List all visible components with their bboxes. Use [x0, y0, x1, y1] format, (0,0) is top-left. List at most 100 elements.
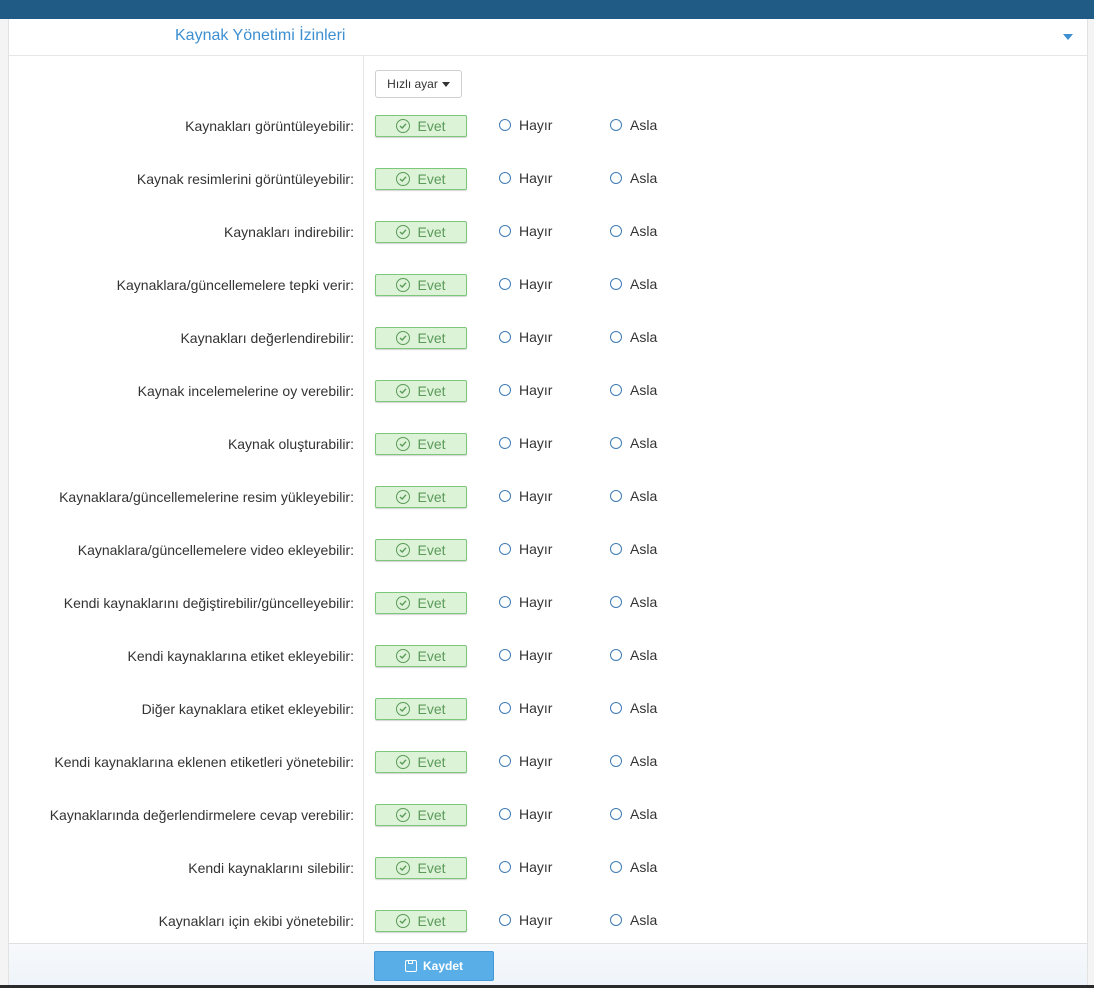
option-hayir-radio[interactable]: Hayır	[499, 647, 552, 663]
section-title[interactable]: Kaynak Yönetimi İzinleri	[175, 27, 345, 45]
option-evet-selected[interactable]: Evet	[375, 327, 467, 349]
panel-header[interactable]: Kaynak Yönetimi İzinleri	[9, 19, 1087, 56]
radio-circle-icon[interactable]	[610, 119, 622, 131]
radio-circle-icon[interactable]	[499, 914, 511, 926]
radio-circle-icon[interactable]	[499, 596, 511, 608]
option-hayir-radio[interactable]: Hayır	[499, 594, 552, 610]
option-asla-radio[interactable]: Asla	[610, 912, 657, 928]
option-asla-radio[interactable]: Asla	[610, 647, 657, 663]
radio-circle-icon[interactable]	[610, 914, 622, 926]
radio-circle-icon[interactable]	[499, 490, 511, 502]
option-asla-radio[interactable]: Asla	[610, 276, 657, 292]
radio-circle-icon[interactable]	[499, 172, 511, 184]
quick-settings-button[interactable]: Hızlı ayar	[375, 70, 462, 98]
option-evet-selected[interactable]: Evet	[375, 910, 467, 932]
option-hayir-radio[interactable]: Hayır	[499, 912, 552, 928]
option-asla-radio[interactable]: Asla	[610, 806, 657, 822]
option-asla-radio[interactable]: Asla	[610, 382, 657, 398]
radio-circle-icon[interactable]	[499, 278, 511, 290]
radio-circle-icon[interactable]	[610, 172, 622, 184]
radio-circle-icon[interactable]	[610, 331, 622, 343]
radio-circle-icon[interactable]	[610, 596, 622, 608]
option-evet-selected[interactable]: Evet	[375, 433, 467, 455]
permission-row: Kaynakları için ekibi yönetebilir: Evet Ha…	[9, 910, 1087, 934]
option-evet-selected[interactable]: Evet	[375, 698, 467, 720]
radio-circle-icon[interactable]	[499, 861, 511, 873]
option-evet-selected[interactable]: Evet	[375, 115, 467, 137]
option-hayir-label: Hayır	[519, 276, 553, 292]
radio-circle-icon[interactable]	[610, 861, 622, 873]
radio-circle-icon[interactable]	[499, 755, 511, 767]
option-evet-selected[interactable]: Evet	[375, 380, 467, 402]
option-evet-selected[interactable]: Evet	[375, 804, 467, 826]
check-circle-icon	[396, 172, 411, 186]
caret-down-icon[interactable]	[1063, 34, 1073, 40]
radio-circle-icon[interactable]	[610, 755, 622, 767]
option-evet-selected[interactable]: Evet	[375, 645, 467, 667]
option-evet-label: Evet	[417, 542, 446, 558]
option-hayir-radio[interactable]: Hayır	[499, 276, 552, 292]
radio-circle-icon[interactable]	[499, 437, 511, 449]
option-evet-selected[interactable]: Evet	[375, 539, 467, 561]
radio-circle-icon[interactable]	[610, 543, 622, 555]
option-evet-selected[interactable]: Evet	[375, 486, 467, 508]
option-evet-label: Evet	[417, 595, 446, 611]
option-hayir-radio[interactable]: Hayır	[499, 223, 552, 239]
option-asla-label: Asla	[630, 329, 658, 345]
radio-circle-icon[interactable]	[499, 649, 511, 661]
radio-circle-icon[interactable]	[499, 702, 511, 714]
option-asla-radio[interactable]: Asla	[610, 117, 657, 133]
radio-circle-icon[interactable]	[610, 384, 622, 396]
permission-label: Kendi kaynaklarına eklenen etiketleri yö…	[54, 754, 354, 770]
option-evet-selected[interactable]: Evet	[375, 168, 467, 190]
radio-circle-icon[interactable]	[610, 278, 622, 290]
option-asla-radio[interactable]: Asla	[610, 594, 657, 610]
option-asla-radio[interactable]: Asla	[610, 488, 657, 504]
option-hayir-radio[interactable]: Hayır	[499, 488, 552, 504]
option-hayir-radio[interactable]: Hayır	[499, 753, 552, 769]
option-asla-radio[interactable]: Asla	[610, 223, 657, 239]
option-hayir-radio[interactable]: Hayır	[499, 382, 552, 398]
option-evet-selected[interactable]: Evet	[375, 751, 467, 773]
radio-circle-icon[interactable]	[610, 437, 622, 449]
option-hayir-radio[interactable]: Hayır	[499, 117, 552, 133]
save-button[interactable]: Kaydet	[374, 951, 494, 981]
radio-circle-icon[interactable]	[499, 225, 511, 237]
option-hayir-radio[interactable]: Hayır	[499, 806, 552, 822]
option-hayir-radio[interactable]: Hayır	[499, 541, 552, 557]
radio-circle-icon[interactable]	[499, 119, 511, 131]
radio-circle-icon[interactable]	[499, 543, 511, 555]
option-evet-selected[interactable]: Evet	[375, 857, 467, 879]
option-hayir-label: Hayır	[519, 806, 553, 822]
option-evet-label: Evet	[417, 436, 446, 452]
radio-circle-icon[interactable]	[610, 490, 622, 502]
option-hayir-radio[interactable]: Hayır	[499, 700, 552, 716]
radio-circle-icon[interactable]	[610, 649, 622, 661]
option-hayir-label: Hayır	[519, 859, 553, 875]
option-evet-label: Evet	[417, 118, 446, 134]
permission-row: Kaynakları değerlendirebilir: Evet Hayır As…	[9, 327, 1087, 351]
option-asla-radio[interactable]: Asla	[610, 329, 657, 345]
option-evet-label: Evet	[417, 171, 446, 187]
option-asla-radio[interactable]: Asla	[610, 541, 657, 557]
radio-circle-icon[interactable]	[499, 331, 511, 343]
option-asla-radio[interactable]: Asla	[610, 753, 657, 769]
option-evet-selected[interactable]: Evet	[375, 221, 467, 243]
radio-circle-icon[interactable]	[610, 808, 622, 820]
check-circle-icon	[396, 437, 411, 451]
option-evet-selected[interactable]: Evet	[375, 592, 467, 614]
option-asla-radio[interactable]: Asla	[610, 170, 657, 186]
radio-circle-icon[interactable]	[499, 808, 511, 820]
option-evet-selected[interactable]: Evet	[375, 274, 467, 296]
form-footer: Kaydet	[9, 943, 1087, 986]
option-asla-radio[interactable]: Asla	[610, 859, 657, 875]
option-hayir-radio[interactable]: Hayır	[499, 329, 552, 345]
option-asla-radio[interactable]: Asla	[610, 700, 657, 716]
radio-circle-icon[interactable]	[499, 384, 511, 396]
option-hayir-radio[interactable]: Hayır	[499, 859, 552, 875]
option-hayir-radio[interactable]: Hayır	[499, 170, 552, 186]
radio-circle-icon[interactable]	[610, 225, 622, 237]
option-asla-radio[interactable]: Asla	[610, 435, 657, 451]
radio-circle-icon[interactable]	[610, 702, 622, 714]
option-hayir-radio[interactable]: Hayır	[499, 435, 552, 451]
